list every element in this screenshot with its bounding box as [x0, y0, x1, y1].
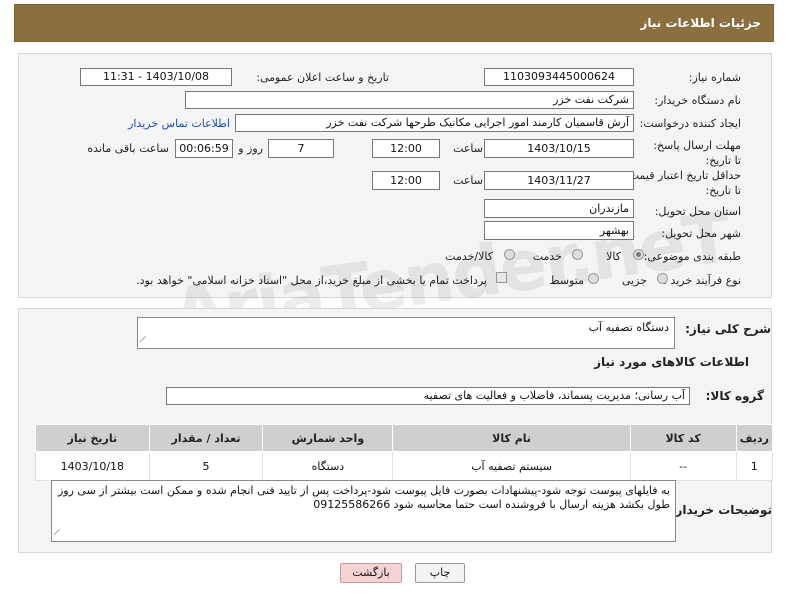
deadline-label: مهلت ارسال پاسخ: تا تاریخ:	[653, 139, 741, 167]
process-option-medium: متوسط	[549, 274, 584, 287]
process-radio-minor[interactable]	[657, 273, 668, 284]
validity-label: حداقل تاریخ اعتبار قیمت: تا تاریخ:	[625, 169, 741, 197]
buyer-contact-link[interactable]: اطلاعات تماس خریدار	[128, 117, 230, 130]
goods-group-field: آب رسانی؛ مدیریت پسماند، فاضلاب و فعالیت…	[166, 387, 690, 405]
creator-field: آرش قاسمیان کارمند امور اجرایی مکانیک طر…	[235, 114, 634, 132]
province-label: استان محل تحویل:	[654, 205, 741, 218]
need-number-label: شماره نیاز:	[688, 71, 741, 84]
buyer-notes-label: توضیحات خریدار:	[670, 503, 772, 517]
announce-field: 1403/10/08 - 11:31	[80, 68, 232, 86]
deadline-time-field: 12:00	[372, 139, 440, 158]
category-radio-goods[interactable]	[633, 249, 644, 260]
province-field: مازندران	[484, 199, 634, 218]
page-title: جزئیات اطلاعات نیاز	[640, 16, 761, 30]
cell-quantity: 5	[148, 451, 264, 481]
category-option-goods-service: کالا/خدمت	[445, 250, 493, 263]
validity-date-field: 1403/11/27	[484, 171, 634, 190]
buyer-notes-field: به فایلهای پیوست توجه شود-پیشنهادات بصور…	[51, 480, 676, 542]
validity-time-label: ساعت	[453, 174, 483, 187]
buyer-org-field: شرکت نفت خزر	[185, 91, 634, 109]
cell-need-date: 1403/10/18	[35, 451, 150, 481]
days-label: روز و	[238, 142, 263, 155]
description-field: دستگاه تصفیه آب	[137, 317, 675, 349]
category-radio-service[interactable]	[572, 249, 583, 260]
goods-table: ردیف کد کالا نام کالا واحد شمارش تعداد /…	[35, 424, 774, 481]
remaining-label: ساعت باقی مانده	[87, 142, 169, 155]
print-button[interactable]: چاپ	[415, 563, 465, 583]
col-goods-name: نام کالا	[392, 424, 631, 452]
goods-table-header: ردیف کد کالا نام کالا واحد شمارش تعداد /…	[35, 424, 774, 452]
back-button[interactable]: بازگشت	[340, 563, 402, 583]
cell-row-number: 1	[735, 451, 774, 481]
goods-group-label: گروه کالا:	[705, 389, 764, 403]
goods-info-title: اطلاعات کالاهای مورد نیاز	[594, 355, 749, 369]
need-number-field: 1103093445000624	[484, 68, 634, 86]
process-option-minor: جزیی	[621, 274, 647, 287]
description-label: شرح کلی نیاز:	[685, 322, 771, 336]
validity-time-field: 12:00	[372, 171, 440, 190]
cell-unit: دستگاه	[262, 451, 394, 481]
days-field: 7	[268, 139, 334, 158]
city-label: شهر محل تحویل:	[661, 227, 741, 240]
deadline-time-label: ساعت	[453, 142, 483, 155]
col-unit: واحد شمارش	[262, 424, 394, 452]
creator-label: ایجاد کننده درخواست:	[639, 117, 741, 130]
buyer-org-label: نام دستگاه خریدار:	[654, 94, 741, 107]
cell-goods-name: سیستم تصفیه آب	[392, 451, 631, 481]
col-row-number: ردیف	[735, 424, 774, 452]
col-goods-code: کد کالا	[629, 424, 737, 452]
col-need-date: تاریخ نیاز	[35, 424, 150, 452]
remaining-field: 00:06:59	[175, 139, 233, 158]
process-label: نوع فرآیند خرید :	[663, 274, 741, 287]
city-field: بهشهر	[484, 221, 634, 240]
announce-label: تاریخ و ساعت اعلان عمومی:	[256, 71, 389, 84]
deadline-date-field: 1403/10/15	[484, 139, 634, 158]
cell-goods-code: --	[629, 451, 737, 481]
process-radio-medium[interactable]	[588, 273, 599, 284]
treasury-payment-note: پرداخت تمام یا بخشی از مبلغ خرید،از محل …	[136, 274, 487, 287]
category-label: طبقه بندی موضوعی:	[643, 250, 741, 263]
table-row: 1 -- سیستم تصفیه آب دستگاه 5 1403/10/18	[35, 451, 774, 481]
treasury-payment-checkbox[interactable]	[496, 272, 507, 283]
page-header: جزئیات اطلاعات نیاز	[14, 4, 774, 42]
category-radio-goods-service[interactable]	[504, 249, 515, 260]
col-quantity: تعداد / مقدار	[148, 424, 264, 452]
category-option-service: خدمت	[532, 250, 562, 263]
category-option-goods: کالا	[606, 250, 621, 263]
